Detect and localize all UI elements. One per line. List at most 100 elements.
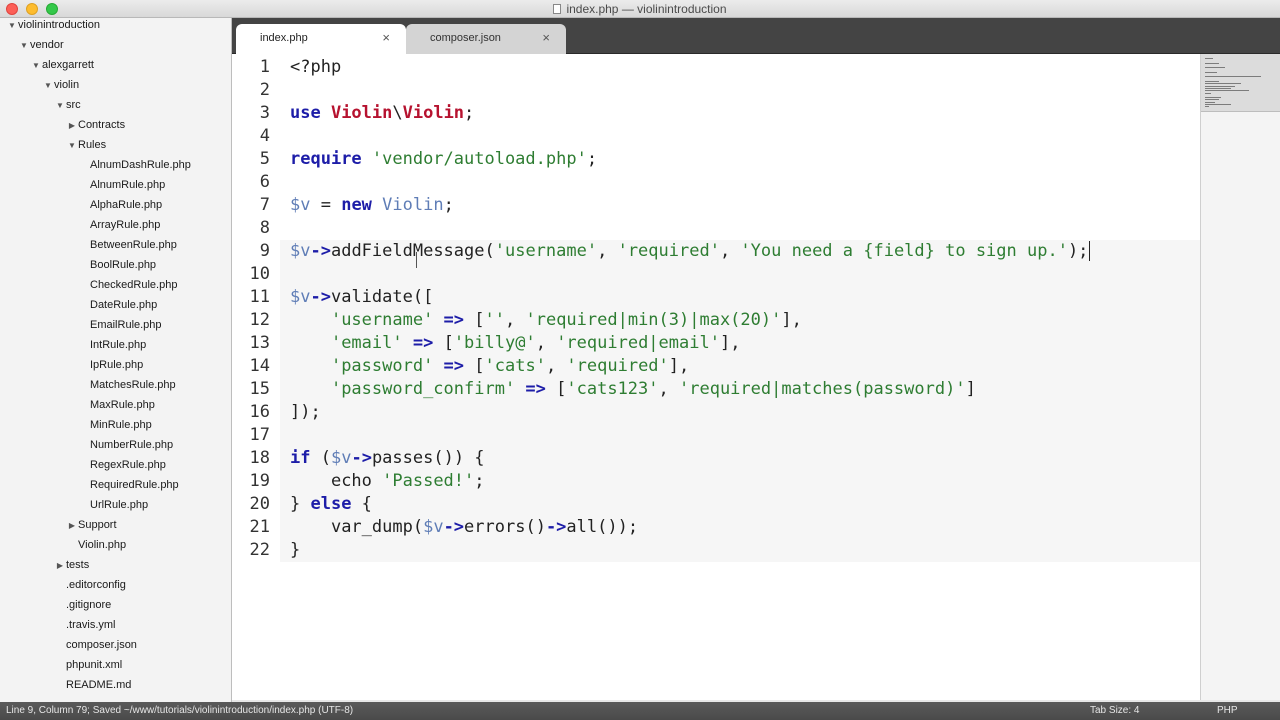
window-title: index.php — violinintroduction xyxy=(0,2,1280,16)
sidebar-item-label: RequiredRule.php xyxy=(90,479,179,491)
code-line[interactable]: <?php xyxy=(290,56,341,79)
disclosure-collapsed-icon[interactable]: ▶ xyxy=(66,116,78,136)
code-line[interactable]: } else { xyxy=(290,493,372,516)
code-token: ], xyxy=(668,356,690,376)
sidebar-item-vendor[interactable]: ▼ vendor xyxy=(18,35,64,55)
code-line[interactable]: $v->validate([ xyxy=(290,286,433,309)
sidebar-item-iprule-php[interactable]: IpRule.php xyxy=(78,355,143,375)
sidebar-item-rules[interactable]: ▼ Rules xyxy=(66,135,106,155)
code-line[interactable]: 'email' => ['billy@', 'required|email'], xyxy=(290,332,740,355)
disclosure-expanded-icon[interactable]: ▼ xyxy=(42,76,54,96)
minimap-line xyxy=(1205,90,1249,92)
tab-composer-json[interactable]: composer.json × xyxy=(406,24,566,54)
sidebar-item-violin[interactable]: ▼ violin xyxy=(42,75,79,95)
sidebar-item-editorconfig[interactable]: .editorconfig xyxy=(54,575,126,595)
syntax-selector[interactable]: PHP xyxy=(1217,702,1238,720)
code-line[interactable]: } xyxy=(290,539,300,562)
disclosure-expanded-icon[interactable]: ▼ xyxy=(66,136,78,156)
minimap-line xyxy=(1205,85,1235,87)
sidebar-item-alexgarrett[interactable]: ▼ alexgarrett xyxy=(30,55,94,75)
disclosure-expanded-icon[interactable]: ▼ xyxy=(6,18,18,36)
sidebar-item-alnumdashrule-php[interactable]: AlnumDashRule.php xyxy=(78,155,191,175)
code-editor[interactable]: 1 2 3 4 5 6 7 8 9 10 11 12 13 14 15 16 17 18 19 20 21 22 <?ph… xyxy=(232,54,1200,700)
tab-size-selector[interactable]: Tab Size: 4 xyxy=(1090,702,1139,720)
tab-index-php[interactable]: index.php × xyxy=(236,24,406,54)
sidebar-item-intrule-php[interactable]: IntRule.php xyxy=(78,335,146,355)
code-token: 'username' xyxy=(330,310,434,330)
code-line[interactable]: 'username' => ['', 'required|min(3)|max(… xyxy=(290,309,802,332)
code-token: -> xyxy=(443,517,465,537)
minimap[interactable] xyxy=(1200,54,1280,700)
code-line[interactable]: echo 'Passed!'; xyxy=(290,470,485,493)
sidebar-item-checkedrule-php[interactable]: CheckedRule.php xyxy=(78,275,177,295)
code-line[interactable]: $v = new Violin; xyxy=(290,194,454,217)
sidebar-item-requiredrule-php[interactable]: RequiredRule.php xyxy=(78,475,179,495)
close-tab-icon[interactable]: × xyxy=(542,24,550,52)
line-number: 12 xyxy=(249,310,270,330)
sidebar-item-label: violin xyxy=(54,79,80,91)
minimap-line xyxy=(1205,99,1219,101)
sidebar-item-minrule-php[interactable]: MinRule.php xyxy=(78,415,152,435)
code-line[interactable]: var_dump($v->errors()->all()); xyxy=(290,516,638,539)
sidebar-item-alpharule-php[interactable]: AlphaRule.php xyxy=(78,195,162,215)
disclosure-collapsed-icon[interactable]: ▶ xyxy=(66,516,78,536)
code-token: => xyxy=(433,356,475,376)
code-line[interactable]: ]); xyxy=(290,401,321,424)
disclosure-expanded-icon[interactable]: ▼ xyxy=(18,36,30,56)
sidebar-item-support[interactable]: ▶ Support xyxy=(66,515,117,535)
sidebar-item-label: IpRule.php xyxy=(90,359,144,371)
sidebar-item-violin-php[interactable]: Violin.php xyxy=(66,535,126,555)
disclosure-collapsed-icon[interactable]: ▶ xyxy=(54,556,66,576)
sidebar-item-boolrule-php[interactable]: BoolRule.php xyxy=(78,255,156,275)
sidebar-item-label: tests xyxy=(66,559,90,571)
sidebar-item-matchesrule-php[interactable]: MatchesRule.php xyxy=(78,375,176,395)
code-token: echo xyxy=(330,471,383,491)
sidebar-item-tests[interactable]: ▶ tests xyxy=(54,555,89,575)
code-token: 'password' xyxy=(330,356,434,376)
code-token: [ xyxy=(474,356,485,376)
sidebar-item-gitignore[interactable]: .gitignore xyxy=(54,595,111,615)
sidebar-item-label: .gitignore xyxy=(66,599,112,611)
code-line[interactable]: require 'vendor/autoload.php'; xyxy=(290,148,597,171)
sidebar-item-emailrule-php[interactable]: EmailRule.php xyxy=(78,315,162,335)
sidebar-item-urlrule-php[interactable]: UrlRule.php xyxy=(78,495,148,515)
sidebar-item-arrayrule-php[interactable]: ArrayRule.php xyxy=(78,215,160,235)
minimap-line xyxy=(1205,76,1261,78)
code-line[interactable]: 'password' => ['cats', 'required'], xyxy=(290,355,689,378)
code-token: ]); xyxy=(290,402,321,422)
sidebar-item-src[interactable]: ▼ src xyxy=(54,95,81,115)
sidebar-item-readme-md[interactable]: README.md xyxy=(54,675,131,695)
code-token: var_dump( xyxy=(330,517,424,537)
code-token: use xyxy=(290,103,331,123)
sidebar-item-betweenrule-php[interactable]: BetweenRule.php xyxy=(78,235,177,255)
line-number: 9 xyxy=(259,241,270,261)
sidebar-item-violinintroduction[interactable]: ▼ violinintroduction xyxy=(6,18,100,35)
code-line[interactable]: 'password_confirm' => ['cats123', 'requi… xyxy=(290,378,976,401)
code-token: $v xyxy=(423,517,444,537)
sidebar-item-numberrule-php[interactable]: NumberRule.php xyxy=(78,435,173,455)
sidebar-item-maxrule-php[interactable]: MaxRule.php xyxy=(78,395,155,415)
line-number: 21 xyxy=(249,517,270,537)
sidebar-item-label: Support xyxy=(78,519,117,531)
sidebar-item-alnumrule-php[interactable]: AlnumRule.php xyxy=(78,175,165,195)
window-title-text: index.php — violinintroduction xyxy=(566,2,727,16)
code-token: ; xyxy=(474,471,485,491)
close-tab-icon[interactable]: × xyxy=(382,24,390,52)
sidebar-file-tree[interactable]: ▼ violinintroduction ▼ vendor ▼ alexgarrett ▼ v… xyxy=(0,18,232,702)
code-line[interactable]: $v->addFieldMessage('username', 'require… xyxy=(290,240,1088,263)
line-highlight xyxy=(232,493,1200,516)
line-number: 8 xyxy=(259,218,270,238)
code-token: 'cats123' xyxy=(566,379,659,399)
code-line[interactable]: use Violin\Violin; xyxy=(290,102,474,125)
sidebar-item-composer-json[interactable]: composer.json xyxy=(54,635,137,655)
disclosure-expanded-icon[interactable]: ▼ xyxy=(30,56,42,76)
sidebar-item-label: src xyxy=(66,99,81,111)
disclosure-expanded-icon[interactable]: ▼ xyxy=(54,96,66,116)
sidebar-item-regexrule-php[interactable]: RegexRule.php xyxy=(78,455,166,475)
code-line[interactable]: if ($v->passes()) { xyxy=(290,447,485,470)
sidebar-item-travis-yml[interactable]: .travis.yml xyxy=(54,615,116,635)
sidebar-item-daterule-php[interactable]: DateRule.php xyxy=(78,295,157,315)
sidebar-item-contracts[interactable]: ▶ Contracts xyxy=(66,115,125,135)
sidebar-item-phpunit-xml[interactable]: phpunit.xml xyxy=(54,655,122,675)
